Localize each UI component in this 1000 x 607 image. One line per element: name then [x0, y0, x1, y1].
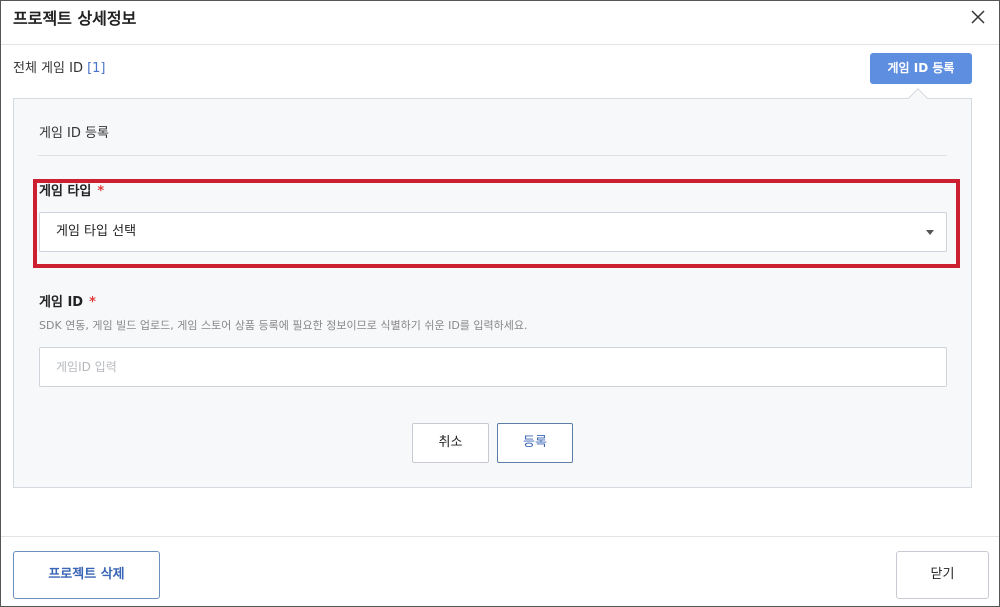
submit-button[interactable]: 등록 [497, 423, 573, 463]
highlight-annotation [33, 179, 960, 268]
game-id-help-text: SDK 연동, 게임 빌드 업로드, 게임 스토어 상품 등록에 필요한 정보이… [39, 319, 528, 332]
delete-project-button[interactable]: 프로젝트 삭제 [13, 551, 160, 599]
register-game-id-button[interactable]: 게임 ID 등록 [870, 53, 972, 84]
modal-title: 프로젝트 상세정보 [13, 9, 137, 28]
form-divider [38, 155, 947, 156]
close-button[interactable] [967, 6, 989, 28]
modal-header: 프로젝트 상세정보 [1, 1, 999, 45]
footer-divider [1, 536, 999, 537]
cancel-button[interactable]: 취소 [412, 423, 489, 463]
game-id-input[interactable] [39, 347, 947, 387]
form-title: 게임 ID 등록 [39, 126, 109, 141]
close-icon [971, 10, 985, 24]
game-id-label: 게임 ID * [39, 295, 96, 311]
required-mark: * [89, 295, 96, 310]
game-id-label-text: 게임 ID [39, 295, 84, 310]
game-id-count-label: 전체 게임 ID [13, 61, 83, 76]
game-id-count: 전체 게임 ID [1] [13, 61, 106, 77]
game-id-count-value: [1] [87, 61, 106, 76]
close-footer-button[interactable]: 닫기 [896, 551, 989, 599]
register-form-panel [13, 98, 972, 488]
project-detail-modal: 프로젝트 상세정보 전체 게임 ID [1] 게임 ID 등록 게임 ID 등록… [0, 0, 1000, 607]
